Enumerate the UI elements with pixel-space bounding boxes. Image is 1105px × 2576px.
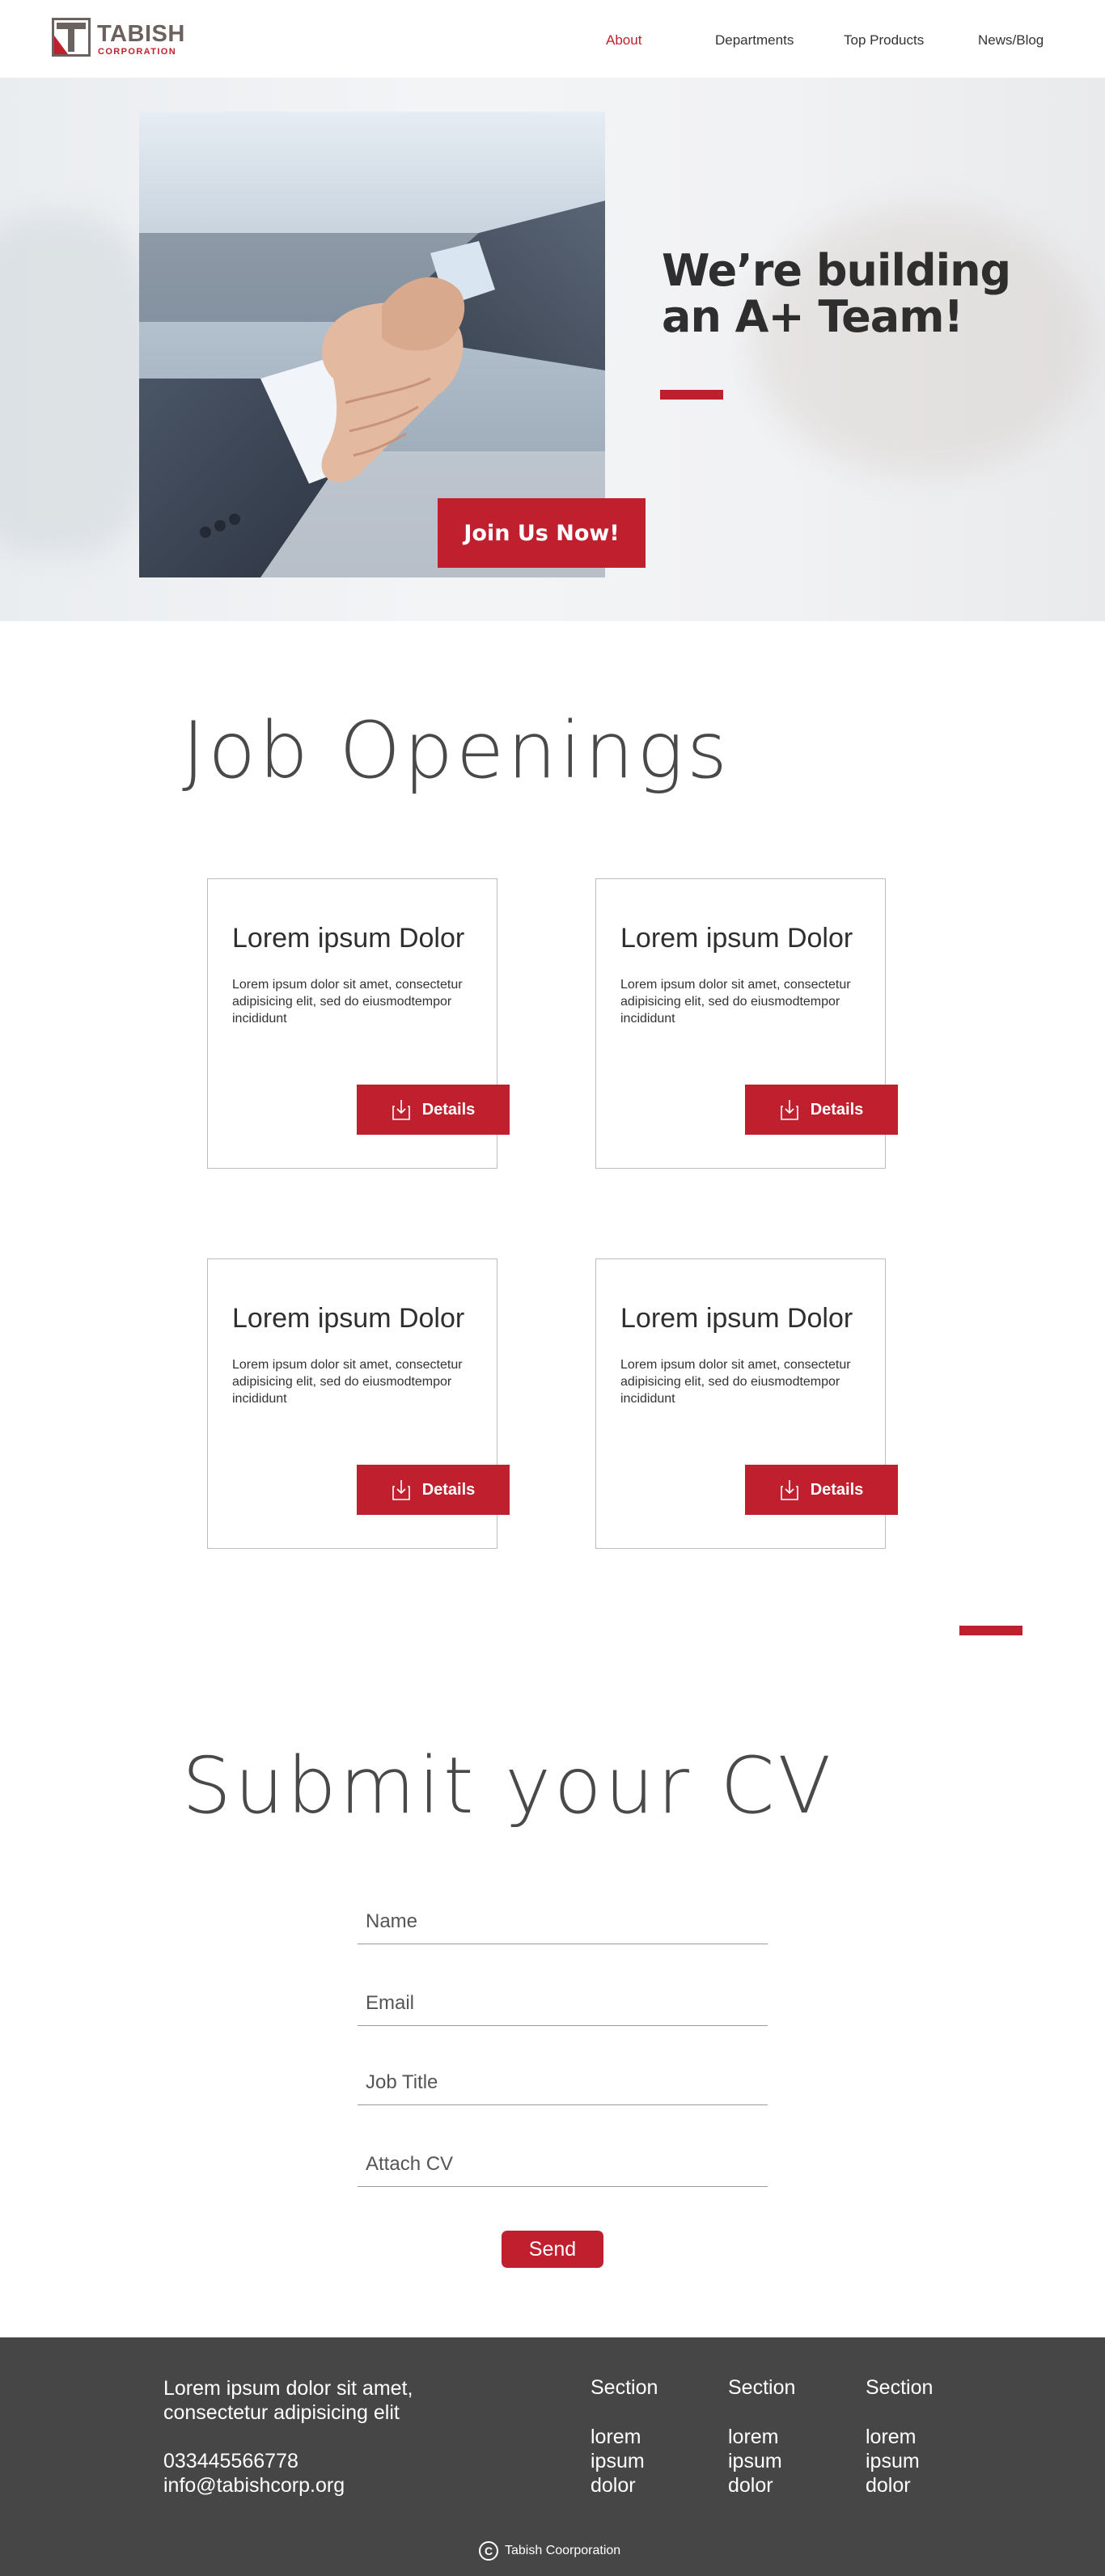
join-us-button[interactable]: Join Us Now! [438, 498, 646, 568]
send-button[interactable]: Send [502, 2231, 603, 2268]
footer-link[interactable]: lorem [866, 2425, 920, 2449]
name-field[interactable]: Name [358, 1893, 768, 1944]
logo-subtitle: CORPORATION [98, 47, 177, 57]
job-card: Lorem ipsum Dolor Lorem ipsum dolor sit … [207, 878, 510, 1169]
footer-tagline-line: Lorem ipsum dolor sit amet, [163, 2377, 413, 2400]
details-button-label: Details [421, 1100, 476, 1119]
footer-tagline: Lorem ipsum dolor sit amet, consectetur … [163, 2376, 413, 2425]
details-button-label: Details [810, 1480, 864, 1499]
job-card-title: Lorem ipsum Dolor [620, 923, 853, 954]
hero-banner: We’re building an A+ Team! Join Us Now! [0, 78, 1105, 621]
job-card-title: Lorem ipsum Dolor [620, 1303, 853, 1334]
details-button-label: Details [421, 1480, 476, 1499]
copyright-text: Tabish Coorporation [505, 2544, 621, 2557]
details-button-label: Details [810, 1100, 864, 1119]
footer-link[interactable]: dolor [866, 2473, 920, 2498]
details-button[interactable]: Details [357, 1085, 510, 1135]
footer-link[interactable]: ipsum [591, 2449, 645, 2473]
logo-name: TABISH [97, 21, 185, 47]
copyright: C Tabish Coorporation [479, 2540, 620, 2561]
details-button[interactable]: Details [357, 1465, 510, 1515]
footer-email[interactable]: info@tabishcorp.org [163, 2473, 345, 2498]
job-card: Lorem ipsum Dolor Lorem ipsum dolor sit … [595, 878, 898, 1169]
submit-cv-title: Submit your CV [182, 1741, 835, 1831]
footer-column-title: Section [591, 2376, 658, 2399]
job-card-title: Lorem ipsum Dolor [232, 923, 465, 954]
footer-column-links: lorem ipsum dolor [866, 2425, 920, 2498]
hero-title: We’re building an A+ Team! [662, 245, 1011, 342]
footer-link[interactable]: ipsum [866, 2449, 920, 2473]
job-card-description: Lorem ipsum dolor sit amet, consectetur … [620, 978, 851, 1026]
job-card: Lorem ipsum Dolor Lorem ipsum dolor sit … [595, 1258, 898, 1549]
footer-contact: 033445566778 info@tabishcorp.org [163, 2449, 345, 2498]
attach-cv-field[interactable]: Attach CV [358, 2135, 768, 2187]
accent-divider [959, 1626, 1022, 1635]
download-icon [392, 1100, 410, 1120]
accent-divider [660, 390, 723, 400]
job-title-field[interactable]: Job Title [358, 2054, 768, 2105]
email-field[interactable]: Email [358, 1974, 768, 2026]
site-footer: Lorem ipsum dolor sit amet, consectetur … [0, 2337, 1105, 2576]
copyright-icon: C [479, 2541, 498, 2561]
download-icon [780, 1100, 798, 1120]
footer-link[interactable]: dolor [591, 2473, 645, 2498]
job-card-description: Lorem ipsum dolor sit amet, consectetur … [232, 978, 463, 1026]
details-button[interactable]: Details [745, 1465, 898, 1515]
logo-mark-icon [52, 18, 91, 57]
download-icon [780, 1480, 798, 1500]
nav-top-products[interactable]: Top Products [844, 32, 924, 49]
attach-cv-field-label: Attach CV [366, 2153, 454, 2175]
job-title-field-label: Job Title [366, 2071, 438, 2093]
nav-about[interactable]: About [606, 32, 641, 49]
footer-column-title: Section [866, 2376, 934, 2399]
footer-phone[interactable]: 033445566778 [163, 2449, 345, 2473]
job-openings-title: Job Openings [182, 705, 731, 796]
name-field-label: Name [366, 1910, 418, 1932]
footer-link[interactable]: lorem [591, 2425, 645, 2449]
site-header: TABISH CORPORATION About Departments Top… [0, 0, 1105, 78]
download-icon [392, 1480, 410, 1500]
footer-link[interactable]: lorem [728, 2425, 782, 2449]
logo[interactable]: TABISH CORPORATION [52, 18, 205, 58]
nav-departments[interactable]: Departments [715, 32, 794, 49]
nav-news-blog[interactable]: News/Blog [978, 32, 1044, 49]
job-card-title: Lorem ipsum Dolor [232, 1303, 465, 1334]
email-field-label: Email [366, 1992, 415, 2014]
details-button[interactable]: Details [745, 1085, 898, 1135]
footer-column-title: Section [728, 2376, 796, 2399]
job-card-description: Lorem ipsum dolor sit amet, consectetur … [232, 1358, 463, 1406]
footer-tagline-line: consectetur adipisicing elit [163, 2401, 400, 2424]
footer-column-links: lorem ipsum dolor [591, 2425, 645, 2498]
footer-link[interactable]: ipsum [728, 2449, 782, 2473]
job-card: Lorem ipsum Dolor Lorem ipsum dolor sit … [207, 1258, 510, 1549]
hero-background-decoration [0, 215, 162, 555]
footer-link[interactable]: dolor [728, 2473, 782, 2498]
job-card-description: Lorem ipsum dolor sit amet, consectetur … [620, 1358, 851, 1406]
footer-column-links: lorem ipsum dolor [728, 2425, 782, 2498]
